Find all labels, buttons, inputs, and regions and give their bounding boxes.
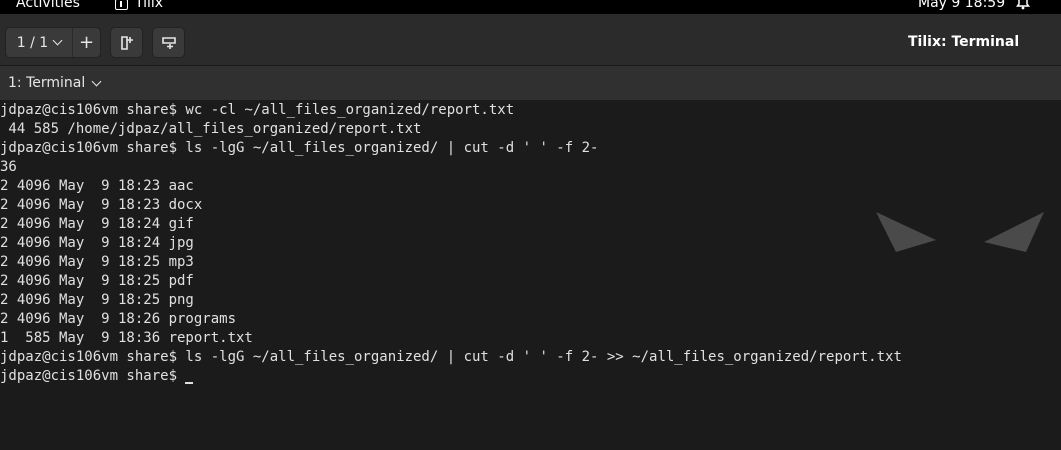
clock[interactable]: May 9 18:59 (918, 0, 1005, 11)
add-terminal-right-button[interactable] (110, 27, 143, 58)
terminal-line: 44 585 /home/jdpaz/all_files_organized/r… (0, 121, 422, 137)
add-terminal-down-button[interactable] (152, 27, 185, 58)
app-name: Tilix (135, 0, 164, 11)
terminal-line: 2 4096 May 9 18:23 docx (0, 197, 203, 213)
header-bar: 1 / 1 + Tilix: Terminal (0, 14, 1061, 66)
terminal-line: 36 (0, 159, 17, 175)
session-button-group: 1 / 1 + (5, 27, 101, 58)
text-cursor (185, 382, 194, 384)
chevron-down-icon (52, 35, 63, 46)
terminal-line: jdpaz@cis106vm share$ ls -lgG ~/all_file… (0, 140, 599, 156)
terminal-line: jdpaz@cis106vm share$ wc -cl ~/all_files… (0, 102, 515, 118)
chevron-down-icon (91, 76, 102, 86)
terminal-line: 2 4096 May 9 18:24 jpg (0, 235, 194, 251)
terminal-line: 2 4096 May 9 18:25 mp3 (0, 254, 194, 270)
terminal-title-bar: 1: Terminal (0, 66, 1061, 100)
bell-icon[interactable] (1016, 0, 1030, 14)
terminal-line: 2 4096 May 9 18:25 png (0, 292, 194, 308)
terminal-output[interactable]: jdpaz@cis106vm share$ wc -cl ~/all_files… (0, 100, 1061, 450)
background-logo-icon (876, 212, 1044, 252)
add-session-button[interactable]: + (73, 28, 100, 57)
activities-button[interactable]: Activities (16, 0, 80, 11)
terminal-prompt: jdpaz@cis106vm share$ (0, 368, 186, 384)
app-menu[interactable]: Tilix (115, 0, 163, 11)
add-down-icon (161, 36, 177, 50)
session-switcher-button[interactable]: 1 / 1 (6, 28, 73, 57)
terminal-line: 2 4096 May 9 18:23 aac (0, 178, 194, 194)
terminal-title: 1: Terminal (8, 75, 86, 91)
session-count: 1 / 1 (16, 34, 49, 51)
terminal-menu-button[interactable]: 1: Terminal (8, 75, 102, 91)
add-right-icon (120, 35, 134, 51)
terminal-line: 2 4096 May 9 18:26 programs (0, 311, 237, 327)
terminal-prompt-line: jdpaz@cis106vm share$ (0, 367, 194, 386)
terminal-line: jdpaz@cis106vm share$ ls -lgG ~/all_file… (0, 349, 902, 365)
terminal-line: 2 4096 May 9 18:24 gif (0, 216, 194, 232)
plus-icon: + (78, 32, 95, 53)
window-title: Tilix: Terminal (908, 34, 1020, 50)
terminal-line: 2 4096 May 9 18:25 pdf (0, 273, 194, 289)
tilix-icon (115, 0, 128, 10)
terminal-line: 1 585 May 9 18:36 report.txt (0, 330, 253, 346)
gnome-top-bar: Activities Tilix May 9 18:59 (0, 0, 1061, 14)
